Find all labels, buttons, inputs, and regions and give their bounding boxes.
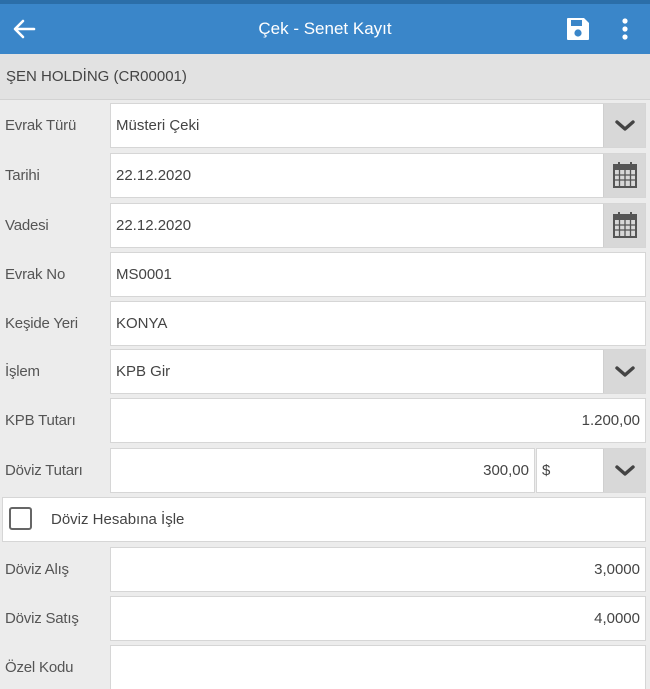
doviz-tutari-value: 300,00 [483, 462, 529, 479]
keside-yeri-label: Keşide Yeri [5, 315, 78, 332]
evrak-no-row: Evrak No MS0001 [0, 250, 650, 299]
chevron-down-icon[interactable] [603, 350, 645, 393]
tarihi-value: 22.12.2020 [116, 167, 192, 184]
keside-yeri-row: Keşide Yeri KONYA [0, 299, 650, 348]
evrak-turu-label: Evrak Türü [5, 117, 77, 134]
more-vert-icon[interactable] [612, 15, 638, 43]
doviz-alis-input[interactable]: 3,0000 [110, 547, 646, 592]
kpb-tutari-label: KPB Tutarı [5, 412, 76, 429]
ozel-kodu-label: Özel Kodu [5, 659, 74, 676]
ozel-kodu-row: Özel Kodu [0, 643, 650, 689]
evrak-no-label: Evrak No [5, 266, 66, 283]
doviz-satis-row: Döviz Satış 4,0000 [0, 594, 650, 643]
calendar-icon[interactable] [603, 154, 645, 197]
vadesi-label: Vadesi [5, 217, 49, 234]
company-name: ŞEN HOLDİNG (CR00001) [6, 68, 187, 85]
islem-select[interactable]: KPB Gir [110, 349, 646, 394]
kpb-tutari-value: 1.200,00 [581, 412, 640, 429]
islem-label: İşlem [5, 363, 40, 380]
vadesi-input[interactable]: 22.12.2020 [110, 203, 646, 248]
doviz-tutari-input[interactable]: 300,00 [110, 448, 535, 493]
app-bar: Çek - Senet Kayıt [0, 0, 650, 54]
doviz-alis-value: 3,0000 [594, 561, 640, 578]
evrak-turu-select[interactable]: Müsteri Çeki [110, 103, 646, 148]
evrak-turu-value: Müsteri Çeki [116, 117, 200, 134]
doviz-hesabi-checkbox-row[interactable]: Döviz Hesabına İşle [2, 497, 646, 542]
keside-yeri-input[interactable]: KONYA [110, 301, 646, 346]
vadesi-value: 22.12.2020 [116, 217, 192, 234]
vadesi-row: Vadesi 22.12.2020 [0, 201, 650, 250]
doviz-satis-input[interactable]: 4,0000 [110, 596, 646, 641]
chevron-down-icon[interactable] [603, 449, 645, 492]
evrak-no-value: MS0001 [116, 266, 172, 283]
keside-yeri-value: KONYA [116, 315, 168, 332]
doviz-tutari-row: Döviz Tutarı 300,00 $ [0, 446, 650, 495]
tarihi-input[interactable]: 22.12.2020 [110, 153, 646, 198]
ozel-kodu-input[interactable] [110, 645, 646, 689]
page-title: Çek - Senet Kayıt [258, 19, 392, 38]
currency-select[interactable]: $ [536, 448, 646, 493]
currency-value: $ [542, 462, 551, 479]
doviz-alis-label: Döviz Alış [5, 561, 69, 578]
islem-row: İşlem KPB Gir [0, 347, 650, 396]
chevron-down-icon[interactable] [603, 104, 645, 147]
doviz-hesabi-checkbox[interactable] [9, 507, 32, 530]
tarihi-row: Tarihi 22.12.2020 [0, 151, 650, 200]
doviz-satis-value: 4,0000 [594, 610, 640, 627]
calendar-icon[interactable] [603, 204, 645, 247]
islem-value: KPB Gir [116, 363, 171, 380]
company-header: ŞEN HOLDİNG (CR00001) [0, 54, 650, 100]
evrak-turu-row: Evrak Türü Müsteri Çeki [0, 101, 650, 150]
evrak-no-input[interactable]: MS0001 [110, 252, 646, 297]
save-icon[interactable] [564, 15, 592, 43]
kpb-tutari-row: KPB Tutarı 1.200,00 [0, 396, 650, 445]
tarihi-label: Tarihi [5, 167, 40, 184]
kpb-tutari-input[interactable]: 1.200,00 [110, 398, 646, 443]
doviz-hesabi-label: Döviz Hesabına İşle [51, 511, 185, 528]
doviz-alis-row: Döviz Alış 3,0000 [0, 545, 650, 594]
doviz-satis-label: Döviz Satış [5, 610, 79, 627]
doviz-tutari-label: Döviz Tutarı [5, 462, 83, 479]
